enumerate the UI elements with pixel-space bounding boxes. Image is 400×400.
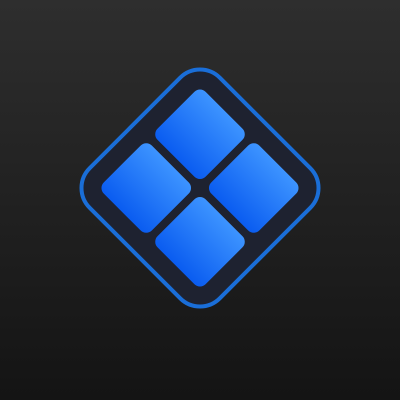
- diamond-grid-icon: [79, 67, 321, 309]
- app-icon-canvas: [0, 0, 400, 400]
